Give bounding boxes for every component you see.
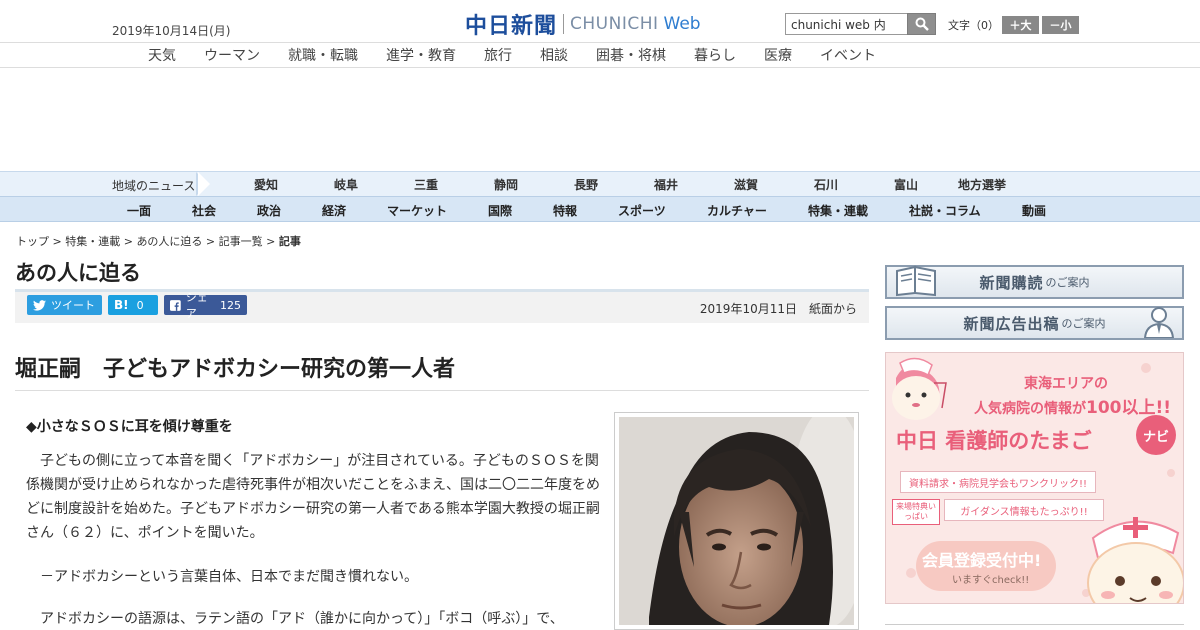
topnav-item[interactable]: 暮らし	[694, 45, 736, 65]
search-button[interactable]	[907, 13, 936, 35]
category-nav: 一面 社会 政治 経済 マーケット 国際 特報 スポーツ カルチャー 特集・連載…	[0, 196, 1200, 222]
topnav-item[interactable]: 囲碁・将棋	[596, 45, 666, 65]
topnav-item[interactable]: 進学・教育	[386, 45, 456, 65]
logo-kanji: 中日新聞	[465, 14, 558, 39]
ad-feature1: 資料請求・病院見学会もワンクリック!!	[900, 471, 1096, 493]
breadcrumb-sep: >	[49, 235, 66, 248]
hatena-count: 0	[136, 298, 144, 312]
nurse-mascot-icon	[1087, 517, 1183, 603]
breadcrumb-current: 記事	[278, 235, 301, 248]
regional-item[interactable]: 愛知	[254, 176, 278, 193]
article-subhead: ◆小さなＳＯＳに耳を傾け尊重を	[26, 419, 233, 435]
title-divider	[15, 390, 869, 391]
regional-item[interactable]: 三重	[414, 176, 438, 193]
font-size-label: 文字（0）	[948, 19, 999, 32]
subscription-banner-title: 新聞購読	[979, 273, 1044, 292]
breadcrumb-sep: >	[202, 235, 219, 248]
topnav-item[interactable]: ウーマン	[204, 45, 260, 65]
category-item[interactable]: マーケット	[387, 202, 447, 219]
category-item[interactable]: 社説・コラム	[909, 202, 981, 219]
regional-item[interactable]: 富山	[894, 176, 918, 193]
header-date: 2019年10月14日(月)	[112, 24, 231, 38]
category-item[interactable]: 国際	[488, 202, 512, 219]
section-title: あの人に迫る	[15, 261, 141, 285]
ad-line2: 人気病院の情報が	[974, 401, 1086, 417]
portrait-image	[619, 417, 854, 625]
article-body: 子どもの側に立って本音を聞く「アドボカシー」が注目されている。子どものＳＯＳを関…	[26, 453, 600, 541]
logo-latin: CHUNICHI	[570, 14, 659, 34]
article-body-continued: アドボカシーの語源は、ラテン語の「アド（誰かに向かって）」「ボコ（呼ぶ）」で、	[40, 611, 564, 627]
category-item[interactable]: 一面	[127, 202, 151, 219]
breadcrumb-sep: >	[262, 235, 279, 248]
sidebar-divider	[885, 624, 1184, 625]
category-item[interactable]: 動画	[1022, 202, 1046, 219]
regional-item[interactable]: 静岡	[494, 176, 518, 193]
advertising-banner[interactable]: 新聞広告出稿 のご案内	[885, 306, 1184, 340]
share-bar: ツイート B! 0 シェア 125 2019年10月11日 紙面から	[15, 289, 869, 323]
site-logo[interactable]: 中日新聞 CHUNICHI Web	[465, 8, 701, 40]
font-decrease-button[interactable]: －小	[1042, 16, 1079, 34]
topnav-item[interactable]: 天気	[148, 45, 176, 65]
breadcrumb-sep: >	[120, 235, 137, 248]
topnav-item[interactable]: 医療	[764, 45, 792, 65]
article-question: －アドボカシーという言葉自体、日本でまだ聞き慣れない。	[40, 569, 418, 585]
newspaper-icon	[896, 265, 936, 297]
facebook-label: シェア	[185, 291, 208, 320]
top-nav: 天気 ウーマン 就職・転職 進学・教育 旅行 相談 囲碁・将棋 暮らし 医療 イ…	[0, 42, 1200, 68]
regional-item[interactable]: 岐阜	[334, 176, 358, 193]
regional-item[interactable]: 地方選挙	[958, 176, 1006, 193]
category-item[interactable]: カルチャー	[707, 202, 767, 219]
search-icon	[915, 17, 929, 31]
category-item[interactable]: 特報	[553, 202, 577, 219]
ad-cta: 会員登録受付中!	[922, 551, 1042, 570]
hatena-icon: B!	[114, 298, 129, 312]
facebook-count: 125	[220, 298, 241, 312]
ad-space	[0, 68, 1200, 171]
article-photo[interactable]	[614, 412, 859, 630]
advertising-banner-title: 新聞広告出稿	[963, 314, 1060, 333]
category-item[interactable]: スポーツ	[618, 202, 666, 219]
ad-badge: 来場特典いっぱい	[892, 499, 940, 525]
logo-web: Web	[663, 14, 701, 34]
topnav-item[interactable]: 旅行	[484, 45, 512, 65]
logo-separator	[563, 14, 565, 34]
advertising-banner-sub: のご案内	[1061, 317, 1106, 330]
ad-brand-tag: ナビ	[1136, 415, 1176, 455]
ad-cta-sub: いますぐcheck!!	[952, 575, 1030, 586]
nurse-recruit-ad[interactable]: 東海エリアの 人気病院の情報が100以上!! 中日 看護師のたまご ナビ 資料請…	[885, 352, 1184, 604]
tweet-button[interactable]: ツイート	[27, 295, 102, 315]
businessman-icon	[1143, 307, 1175, 338]
breadcrumb: トップ > 特集・連載 > あの人に迫る > 記事一覧 > 記事	[16, 233, 301, 249]
font-increase-button[interactable]: ＋大	[1002, 16, 1039, 34]
breadcrumb-link[interactable]: 記事一覧	[219, 235, 263, 248]
subscription-banner-sub: のご案内	[1045, 276, 1090, 289]
site-header: 2019年10月14日(月) 中日新聞 CHUNICHI Web 文字（0） ＋…	[0, 0, 1200, 42]
category-item[interactable]: 特集・連載	[808, 202, 868, 219]
ad-brand: 中日 看護師のたまご	[896, 429, 1092, 453]
ad-line1: 東海エリアの	[1024, 376, 1108, 392]
topnav-item[interactable]: 相談	[540, 45, 568, 65]
category-item[interactable]: 政治	[257, 202, 281, 219]
breadcrumb-link[interactable]: 特集・連載	[65, 235, 120, 248]
topnav-item[interactable]: 就職・転職	[288, 45, 358, 65]
regional-nav: 地域のニュース 愛知 岐阜 三重 静岡 長野 福井 滋賀 石川 富山 地方選挙	[0, 171, 1200, 196]
search-input[interactable]	[785, 13, 908, 35]
publish-date: 2019年10月11日 紙面から	[699, 302, 857, 316]
category-item[interactable]: 社会	[192, 202, 216, 219]
regional-item[interactable]: 長野	[574, 176, 598, 193]
hatena-bookmark-button[interactable]: B! 0	[108, 295, 158, 315]
regional-item[interactable]: 滋賀	[734, 176, 758, 193]
breadcrumb-link[interactable]: あの人に迫る	[136, 235, 202, 248]
facebook-share-button[interactable]: シェア 125	[164, 291, 247, 320]
twitter-bird-icon	[33, 299, 46, 311]
article-title: 堀正嗣 子どもアドボカシー研究の第一人者	[15, 357, 456, 382]
tweet-label: ツイート	[51, 299, 95, 312]
category-item[interactable]: 経済	[322, 202, 346, 219]
regional-item[interactable]: 福井	[654, 176, 678, 193]
topnav-item[interactable]: イベント	[820, 45, 876, 65]
regional-item[interactable]: 石川	[814, 176, 838, 193]
facebook-icon	[170, 299, 181, 311]
breadcrumb-link[interactable]: トップ	[16, 235, 49, 248]
subscription-banner[interactable]: 新聞購読 のご案内	[885, 265, 1184, 299]
